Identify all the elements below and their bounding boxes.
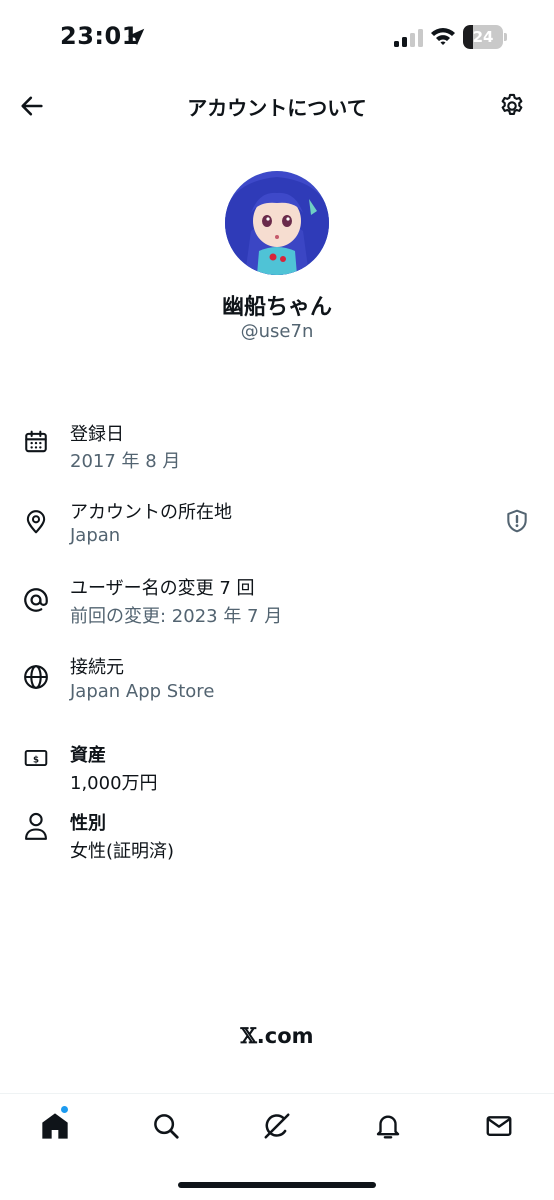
svg-text:$: $ — [33, 755, 39, 765]
shield-alert-icon — [507, 509, 527, 533]
settings-button[interactable] — [496, 90, 528, 122]
joined-label: 登録日 — [70, 424, 124, 445]
connected-via-value: Japan App Store — [70, 681, 215, 702]
location-label: アカウントの所在地 — [70, 502, 232, 523]
battery-icon: 24 — [463, 25, 507, 49]
avatar-image — [225, 171, 329, 275]
status-bar: 23:01 24 — [0, 0, 554, 78]
header: アカウントについて — [0, 80, 554, 130]
username-changes-label: ユーザー名の変更 7 回 — [70, 578, 255, 599]
calendar-icon — [20, 426, 52, 458]
x-logo: 𝕏 — [240, 1023, 257, 1048]
x-dot-com-link[interactable]: 𝕏.com — [0, 1023, 554, 1048]
info-row-username-changes: ユーザー名の変更 7 回 前回の変更: 2023 年 7 月 — [0, 572, 554, 632]
nav-grok[interactable] — [259, 1108, 295, 1144]
assets-value: 1,000万円 — [70, 773, 158, 794]
info-row-assets: $ 資産 1,000万円 — [0, 738, 554, 798]
info-row-location: アカウントの所在地 Japan — [0, 494, 554, 554]
info-row-joined: 登録日 2017 年 8 月 — [0, 416, 554, 476]
cellular-signal-icon — [394, 29, 423, 47]
avatar[interactable] — [225, 171, 329, 275]
bell-icon — [376, 1115, 400, 1139]
at-sign-icon — [20, 584, 52, 616]
handle: @use7n — [240, 321, 314, 342]
display-name: 幽船ちゃん — [221, 295, 332, 320]
money-icon: $ — [20, 742, 52, 774]
globe-icon — [20, 661, 52, 693]
joined-value: 2017 年 8 月 — [70, 451, 181, 472]
info-row-connected-via: 接続元 Japan App Store — [0, 650, 554, 710]
home-indicator — [178, 1182, 376, 1188]
info-row-gender: 性別 女性(証明済) — [0, 806, 554, 866]
wifi-icon — [431, 28, 455, 45]
nav-search[interactable] — [148, 1108, 184, 1144]
connected-via-label: 接続元 — [70, 657, 124, 678]
mail-icon — [486, 1116, 512, 1136]
search-icon — [154, 1114, 179, 1139]
location-info-button[interactable] — [502, 505, 532, 537]
nav-notifications[interactable] — [370, 1108, 406, 1144]
nav-messages[interactable] — [481, 1108, 517, 1144]
brand-suffix: .com — [256, 1024, 314, 1048]
assets-label: 資産 — [70, 745, 106, 766]
home-icon — [42, 1113, 68, 1139]
username-changes-value: 前回の変更: 2023 年 7 月 — [70, 606, 283, 627]
gender-value: 女性(証明済) — [70, 841, 175, 862]
page-title: アカウントについて — [187, 96, 367, 120]
location-pin-icon — [20, 506, 52, 538]
battery-level: 24 — [472, 28, 494, 46]
home-notification-dot — [60, 1105, 69, 1114]
grok-icon — [264, 1113, 290, 1139]
nav-home[interactable] — [37, 1108, 73, 1144]
gear-icon — [501, 93, 523, 115]
location-value: Japan — [70, 525, 121, 546]
person-icon — [20, 810, 52, 842]
gender-label: 性別 — [70, 813, 106, 834]
location-arrow-icon — [127, 28, 145, 46]
